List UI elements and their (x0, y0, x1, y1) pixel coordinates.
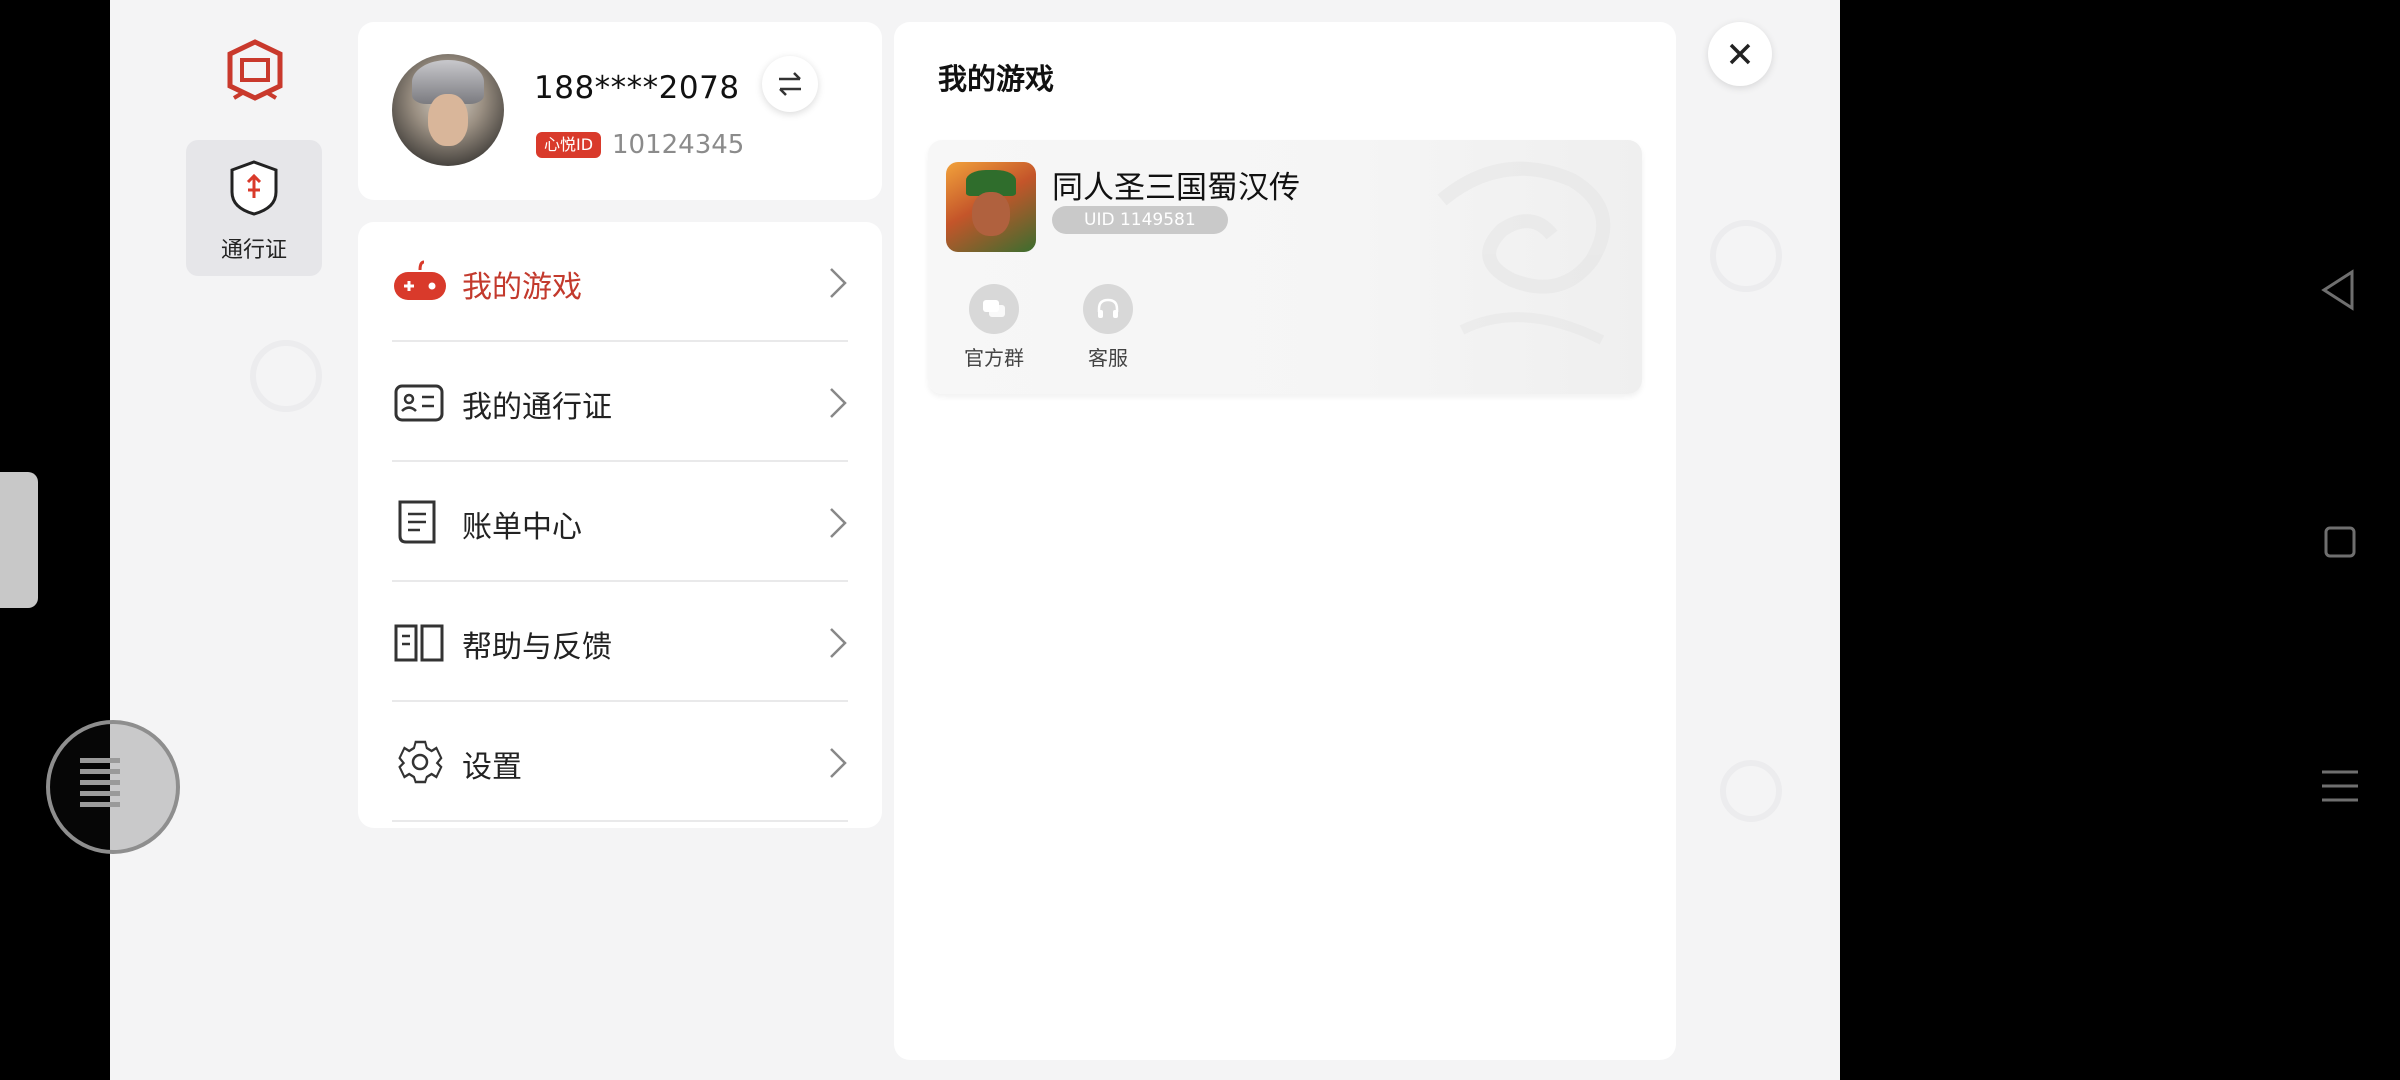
menu-item-label: 我的游戏 (462, 270, 582, 305)
shield-badge-icon (228, 158, 280, 218)
id-card-icon (392, 380, 448, 424)
menu-item-my-pass[interactable]: 我的通行证 (392, 342, 848, 462)
divider (392, 820, 848, 822)
menu-lines-icon (80, 758, 120, 813)
game-uid: UID 1149581 (1052, 206, 1228, 234)
action-label: 官方群 (964, 346, 1024, 370)
chat-group-icon (969, 284, 1019, 334)
left-rail: 通行证 (110, 0, 360, 1080)
menu-item-settings[interactable]: 设置 (392, 702, 848, 822)
nav-home-button[interactable] (2310, 512, 2370, 572)
game-thumbnail (946, 162, 1036, 252)
home-square-icon (2324, 526, 2356, 558)
sidebar-item-label: 通行证 (220, 238, 287, 263)
nav-recents-button[interactable] (2310, 756, 2370, 816)
bg-decoration (1710, 220, 1782, 292)
chevron-right-icon (828, 746, 848, 780)
nav-back-button[interactable] (2310, 260, 2370, 320)
menu-item-label: 我的通行证 (462, 390, 612, 425)
menu-card: 我的游戏 我的通行证 账单中心 帮助与反馈 设置 (358, 222, 882, 828)
official-group-button[interactable]: 官方群 (946, 284, 1042, 371)
customer-service-button[interactable]: 客服 (1060, 284, 1156, 371)
floating-assistant-ball[interactable] (46, 720, 180, 854)
action-label: 客服 (1088, 346, 1128, 370)
menu-item-bill-center[interactable]: 账单中心 (392, 462, 848, 582)
close-icon (1729, 43, 1751, 65)
headset-icon (1083, 284, 1133, 334)
help-book-icon (392, 620, 448, 664)
menu-item-label: 帮助与反馈 (462, 630, 612, 665)
chevron-right-icon (828, 506, 848, 540)
sidebar-item-pass[interactable]: 通行证 (186, 140, 322, 276)
menu-item-label: 设置 (462, 750, 522, 785)
chevron-right-icon (828, 386, 848, 420)
user-id-number: 10124345 (612, 130, 745, 160)
dragon-decoration-icon (1402, 140, 1642, 394)
account-panel: 通行证 188****2078 心悦ID 10124345 我的游戏 我的通行证… (110, 0, 1840, 1080)
gamepad-icon (392, 260, 448, 304)
my-games-card: 我的游戏 同人圣三国蜀汉传 UID 1149581 官方群 客服 (894, 22, 1676, 1060)
menu-item-help-feedback[interactable]: 帮助与反馈 (392, 582, 848, 702)
floating-side-handle[interactable] (0, 472, 38, 608)
back-triangle-icon (2321, 269, 2354, 311)
menu-item-label: 账单中心 (462, 510, 582, 545)
avatar[interactable] (392, 54, 504, 166)
bg-decoration (1720, 760, 1782, 822)
chevron-right-icon (828, 626, 848, 660)
user-card: 188****2078 心悦ID 10124345 (358, 22, 882, 200)
app-logo-icon (220, 36, 290, 106)
recents-lines-icon (2322, 770, 2358, 802)
close-button[interactable] (1708, 22, 1772, 86)
id-badge: 心悦ID (536, 132, 602, 158)
section-title: 我的游戏 (938, 62, 1055, 96)
menu-item-my-games[interactable]: 我的游戏 (392, 222, 848, 342)
game-card[interactable]: 同人圣三国蜀汉传 UID 1149581 官方群 客服 (928, 140, 1642, 394)
user-phone: 188****2078 (534, 70, 740, 106)
chevron-right-icon (828, 266, 848, 300)
bill-icon (392, 500, 448, 544)
gear-icon (392, 740, 448, 784)
switch-account-button[interactable] (762, 56, 818, 112)
swap-arrows-icon (779, 72, 801, 96)
game-title: 同人圣三国蜀汉传 (1052, 170, 1300, 206)
